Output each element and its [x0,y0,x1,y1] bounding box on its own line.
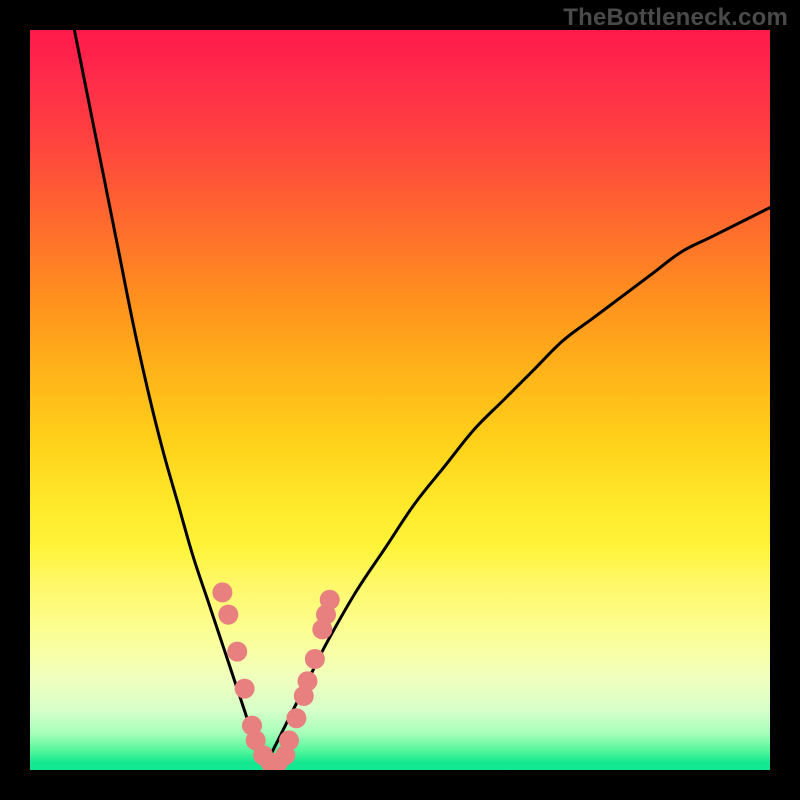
curve-layer [30,30,770,770]
plot-area [30,30,770,770]
curve-right-branch [267,208,770,763]
marker-point [235,679,255,699]
marker-point [298,671,318,691]
curves-group [74,30,770,763]
marker-point [212,582,232,602]
marker-point [320,590,340,610]
watermark-text: TheBottleneck.com [563,4,788,32]
marker-point [227,642,247,662]
marker-point [279,730,299,750]
chart-frame: TheBottleneck.com [0,0,800,800]
marker-point [218,605,238,625]
marker-point [286,708,306,728]
marker-point [305,649,325,669]
